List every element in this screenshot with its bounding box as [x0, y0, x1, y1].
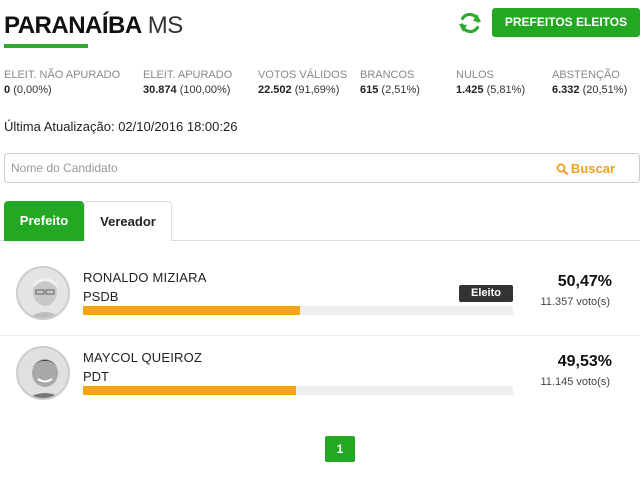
stat-value: 0 [4, 84, 11, 96]
stat-label: NULOS [456, 69, 494, 81]
elected-badge: Eleito [459, 285, 513, 302]
state-code: MS [147, 12, 184, 39]
stat-value: 30.874 [143, 84, 177, 96]
candidate-row[interactable]: RONALDO MIZIARA PSDB Eleito 50,47% 11.35… [0, 258, 640, 336]
candidate-photo [16, 266, 70, 320]
stat-label: ELEIT. NÃO APURADO [4, 69, 121, 81]
candidate-percent: 49,53% [557, 353, 612, 370]
candidate-name: MAYCOL QUEIROZ [83, 350, 203, 365]
candidate-votes: 11.357 voto(s) [540, 296, 610, 308]
search-button[interactable]: Buscar [556, 161, 615, 176]
stat-value: 6.332 [552, 84, 580, 96]
stat-value: 615 [360, 84, 379, 96]
candidate-percent: 50,47% [557, 273, 612, 290]
vote-share-fill [83, 306, 301, 315]
stat-percent: (100,00%) [179, 84, 231, 96]
vote-share-fill [83, 386, 296, 395]
search-button-label: Buscar [570, 161, 615, 176]
candidate-search-input[interactable] [5, 154, 545, 182]
prefeitos-eleitos-button[interactable]: PREFEITOS ELEITOS [492, 8, 640, 37]
stat-value: 22.502 [258, 84, 292, 96]
stat-label: ABSTENÇÃO [552, 69, 620, 81]
tab-vereador[interactable]: Vereador [84, 201, 172, 241]
stat-abstencao: ABSTENÇÃO 6.332 (20,51%) [552, 69, 627, 96]
candidate-name: RONALDO MIZIARA [83, 270, 207, 285]
last-update-label: Última Atualização: [4, 119, 115, 134]
pagination-page-1[interactable]: 1 [325, 436, 355, 462]
stat-label: ELEIT. APURADO [143, 69, 233, 81]
page-header: PARANAÍBA MS PREFEITOS ELEITOS [0, 0, 640, 60]
candidate-votes: 11.145 voto(s) [540, 376, 610, 388]
title-underline [4, 44, 88, 48]
office-tabs: Prefeito Vereador [0, 201, 640, 241]
candidate-row[interactable]: MAYCOL QUEIROZ PDT 49,53% 11.145 voto(s) [0, 338, 640, 416]
tab-prefeito[interactable]: Prefeito [4, 201, 84, 241]
stat-brancos: BRANCOS 615 (2,51%) [360, 69, 420, 96]
last-update: Última Atualização: 02/10/2016 18:00:26 [4, 119, 237, 134]
stat-votos-validos: VOTOS VÁLIDOS 22.502 (91,69%) [258, 69, 347, 96]
vote-share-bar [83, 306, 513, 315]
stat-nulos: NULOS 1.425 (5,81%) [456, 69, 525, 96]
stat-percent: (0,00%) [13, 84, 52, 96]
candidate-photo [16, 346, 70, 400]
vote-share-bar [83, 386, 513, 395]
candidate-search: Buscar [4, 153, 640, 183]
stat-eleit-apurado: ELEIT. APURADO 30.874 (100,00%) [143, 69, 232, 96]
stat-percent: (91,69%) [294, 84, 340, 96]
candidate-party: PDT [83, 369, 109, 384]
stat-eleit-nao-apurado: ELEIT. NÃO APURADO 0 (0,00%) [4, 69, 120, 96]
stat-value: 1.425 [456, 84, 484, 96]
search-icon [556, 163, 568, 175]
last-update-datetime: 02/10/2016 18:00:26 [118, 119, 238, 134]
stat-percent: (5,81%) [486, 84, 526, 96]
candidate-party: PSDB [83, 289, 119, 304]
stat-percent: (2,51%) [381, 84, 420, 96]
stat-label: BRANCOS [360, 69, 415, 81]
stat-label: VOTOS VÁLIDOS [258, 69, 348, 81]
refresh-icon[interactable] [457, 10, 483, 36]
page-title: PARANAÍBA MS [4, 12, 183, 40]
stats-panel: ELEIT. NÃO APURADO 0 (0,00%) ELEIT. APUR… [0, 69, 640, 103]
city-name: PARANAÍBA [4, 12, 142, 39]
stat-percent: (20,51%) [582, 84, 628, 96]
